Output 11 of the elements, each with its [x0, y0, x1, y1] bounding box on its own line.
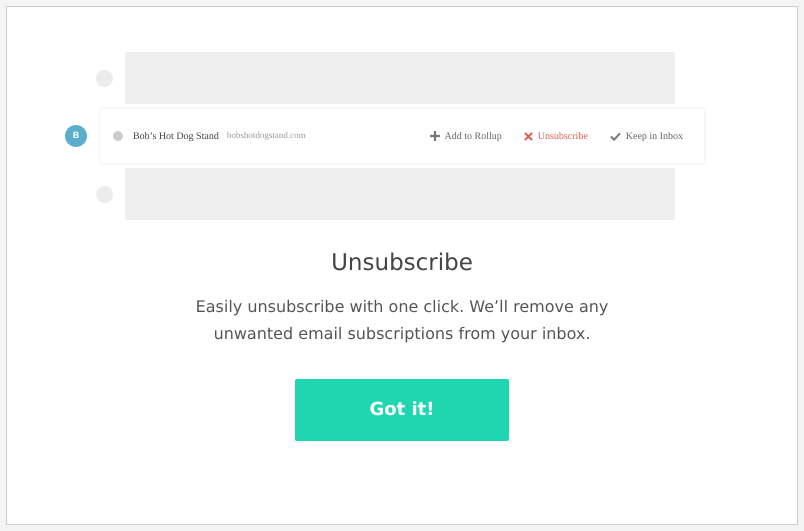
action-link[interactable]: Unsubscribe — [524, 128, 588, 144]
action-link[interactable]: Add to Rollup — [430, 128, 502, 144]
cross-icon — [524, 132, 533, 140]
dialog-title: Unsubscribe — [331, 249, 473, 278]
plus-icon — [430, 131, 440, 141]
avatar-badge: B — [65, 125, 87, 147]
action-link[interactable]: Keep in Inbox — [610, 128, 683, 144]
sender-name: Bob’s Hot Dog Stand — [133, 130, 219, 144]
sender-domain: bobshotdogstand.com — [226, 129, 306, 142]
dialog-description: Easily unsubscribe with one click. We’ll remove any unwanted email subscriptions from your inbox. — [194, 296, 610, 344]
check-icon — [610, 132, 621, 140]
